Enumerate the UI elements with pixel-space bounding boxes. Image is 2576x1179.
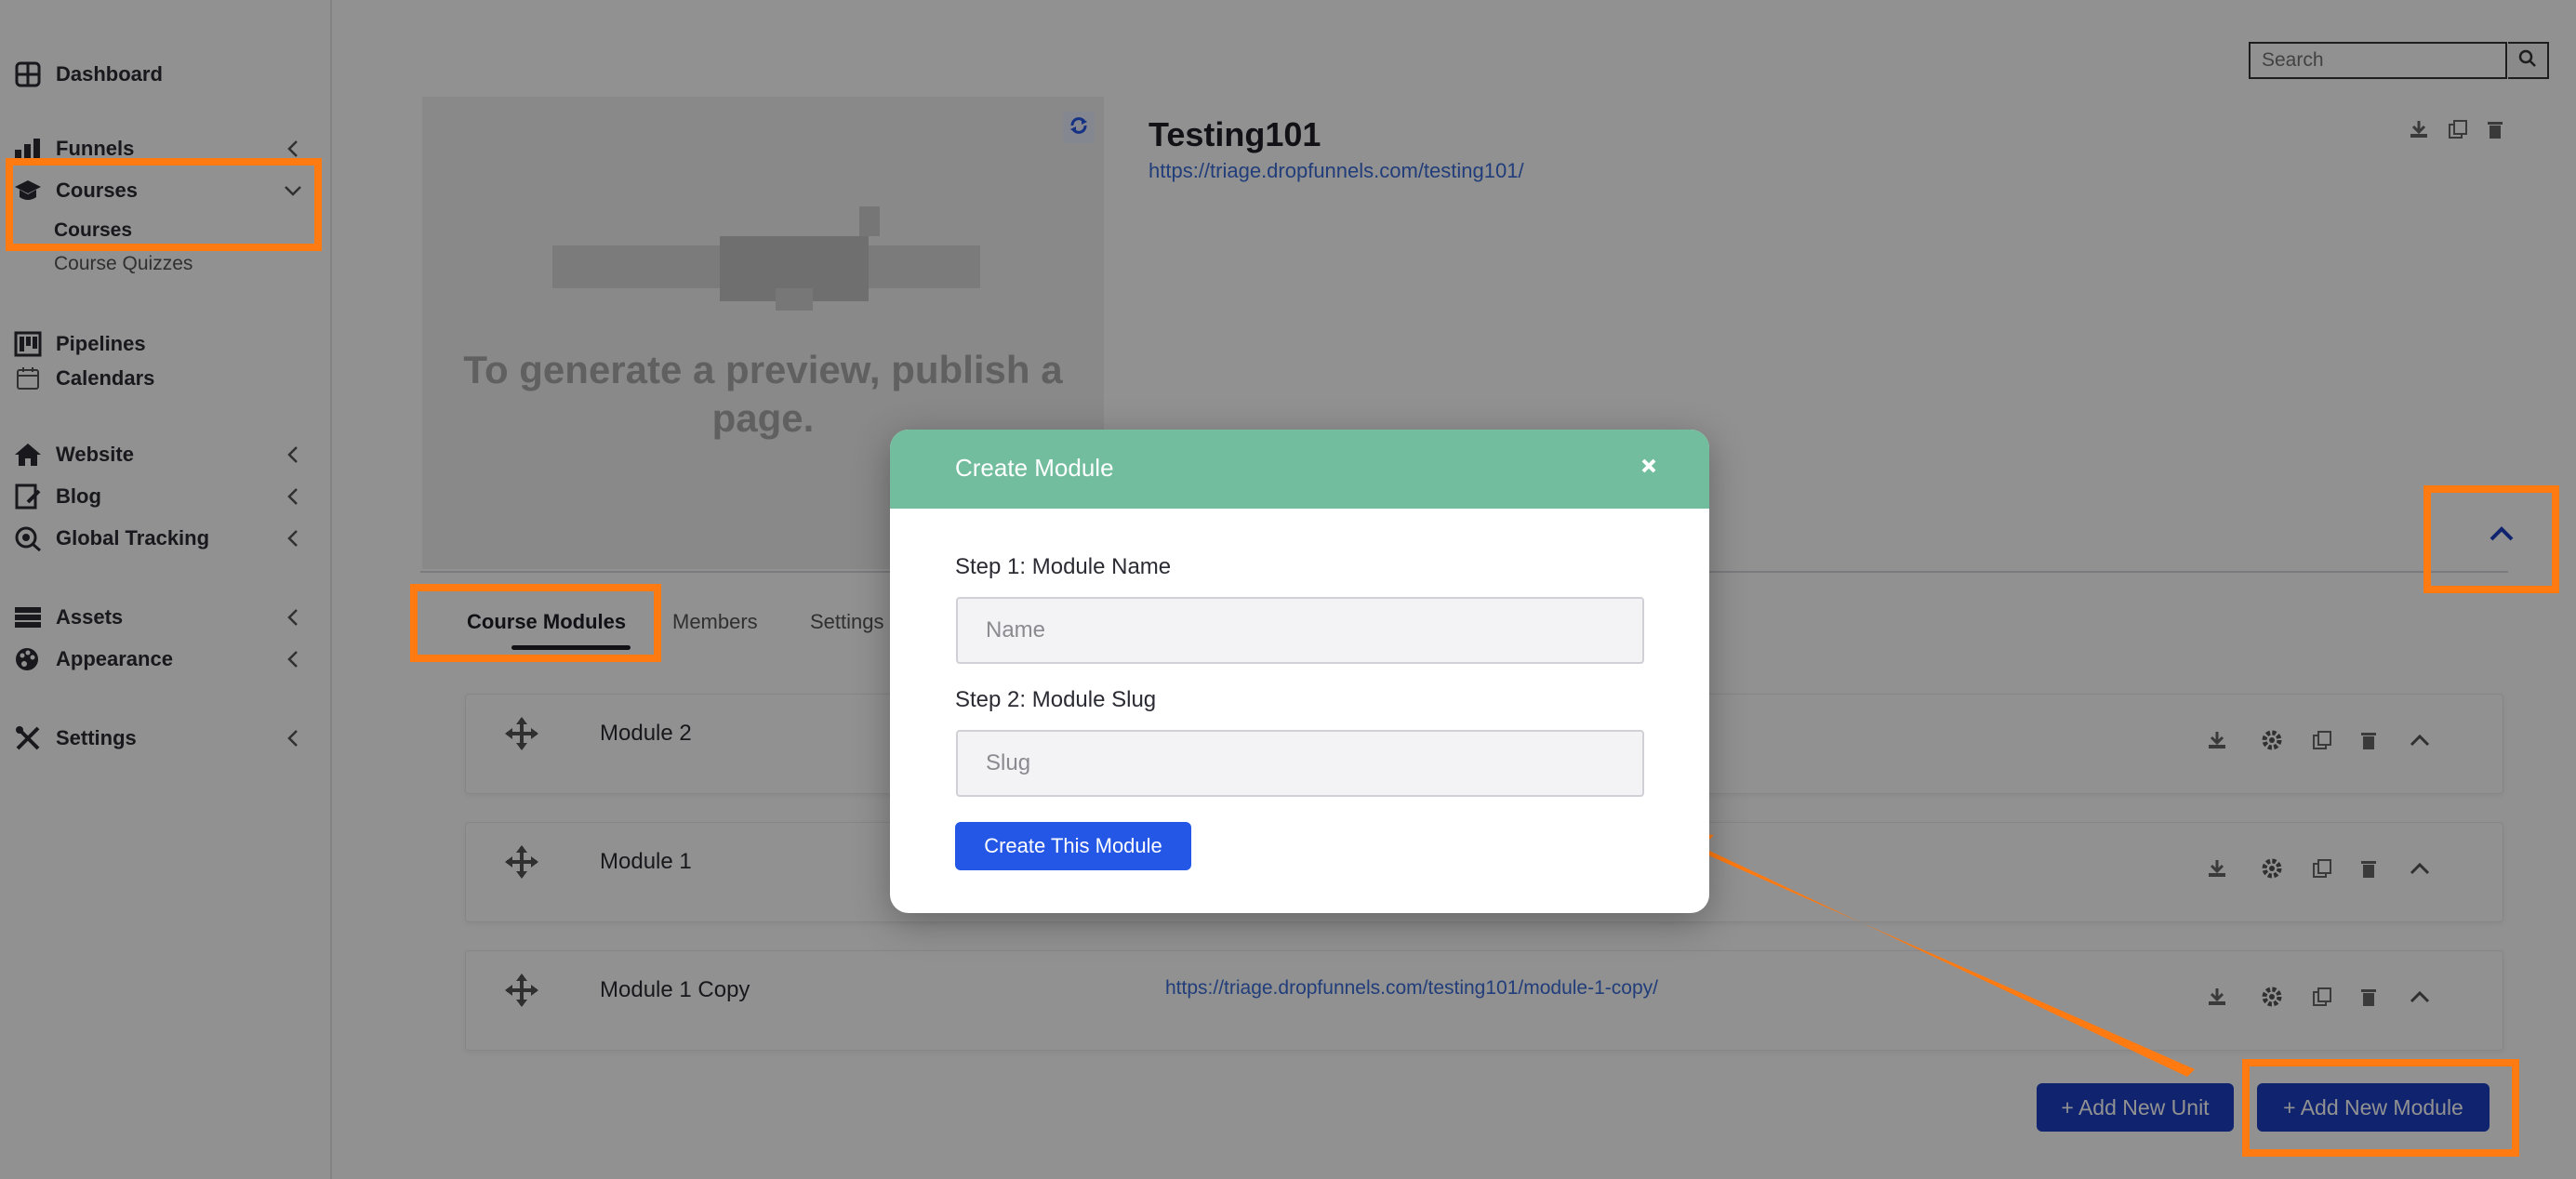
- module-slug-input[interactable]: [956, 730, 1644, 797]
- module-slug-label: Step 2: Module Slug: [955, 687, 1157, 712]
- highlight-box: [410, 584, 661, 662]
- modal-header: Create Module: [890, 430, 1709, 509]
- modal-title: Create Module: [955, 454, 1114, 482]
- highlight-box: [2423, 485, 2559, 593]
- create-module-modal: Create Module Step 1: Module Name Step 2…: [890, 430, 1709, 913]
- highlight-box: [2242, 1059, 2519, 1157]
- module-name-label: Step 1: Module Name: [955, 554, 1172, 579]
- module-name-input[interactable]: [956, 597, 1644, 664]
- highlight-box: [6, 158, 322, 251]
- close-button[interactable]: [1635, 454, 1663, 482]
- create-module-button[interactable]: Create This Module: [955, 822, 1191, 870]
- close-icon: [1640, 457, 1657, 479]
